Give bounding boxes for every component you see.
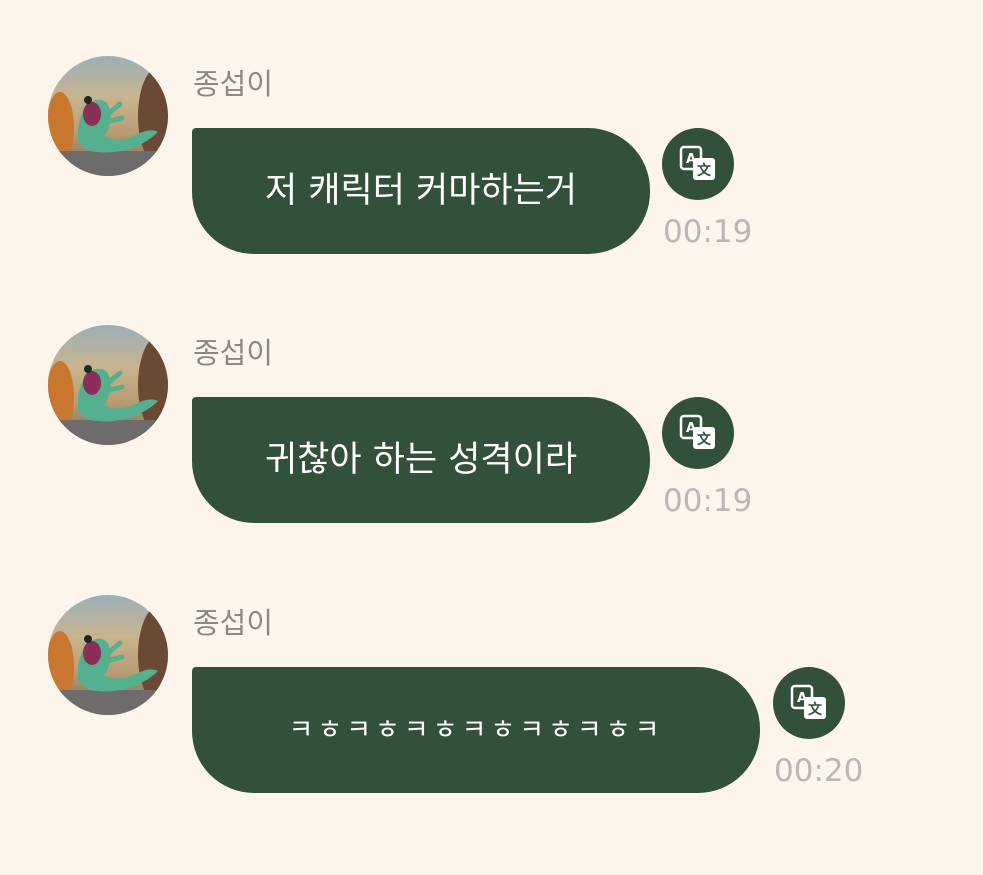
message-time: 00:20 [774,753,864,789]
message-time: 00:19 [663,214,753,250]
message-bubble[interactable]: 저 캐릭터 커마하는거 [192,128,650,254]
dinosaur-avatar-image [48,605,168,715]
message-row: 종섭이 ㅋㅎㅋㅎㅋㅎㅋㅎㅋㅎㅋㅎㅋ A 文 00:20 [0,595,983,845]
translate-icon: A 文 [790,684,826,719]
dinosaur-avatar-image [48,335,168,445]
sender-name: 종섭이 [193,67,274,101]
message-row: 종섭이 저 캐릭터 커마하는거 A 文 00:19 [0,56,983,306]
sender-name: 종섭이 [193,606,274,640]
avatar[interactable] [48,56,168,176]
svg-text:文: 文 [697,431,712,448]
sender-name: 종섭이 [193,336,274,370]
message-bubble[interactable]: 귀찮아 하는 성격이라 [192,397,650,523]
avatar[interactable] [48,595,168,715]
translate-icon: A 文 [679,414,715,449]
avatar[interactable] [48,325,168,445]
message-time: 00:19 [663,483,753,519]
message-bubble[interactable]: ㅋㅎㅋㅎㅋㅎㅋㅎㅋㅎㅋㅎㅋ [192,667,760,793]
svg-text:文: 文 [808,701,823,718]
translate-button[interactable]: A 文 [662,128,734,200]
dinosaur-avatar-image [48,66,168,176]
message-row: 종섭이 귀찮아 하는 성격이라 A 文 00:19 [0,325,983,575]
translate-icon: A 文 [679,145,715,180]
svg-text:文: 文 [697,162,712,179]
translate-button[interactable]: A 文 [773,667,845,739]
translate-button[interactable]: A 文 [662,397,734,469]
